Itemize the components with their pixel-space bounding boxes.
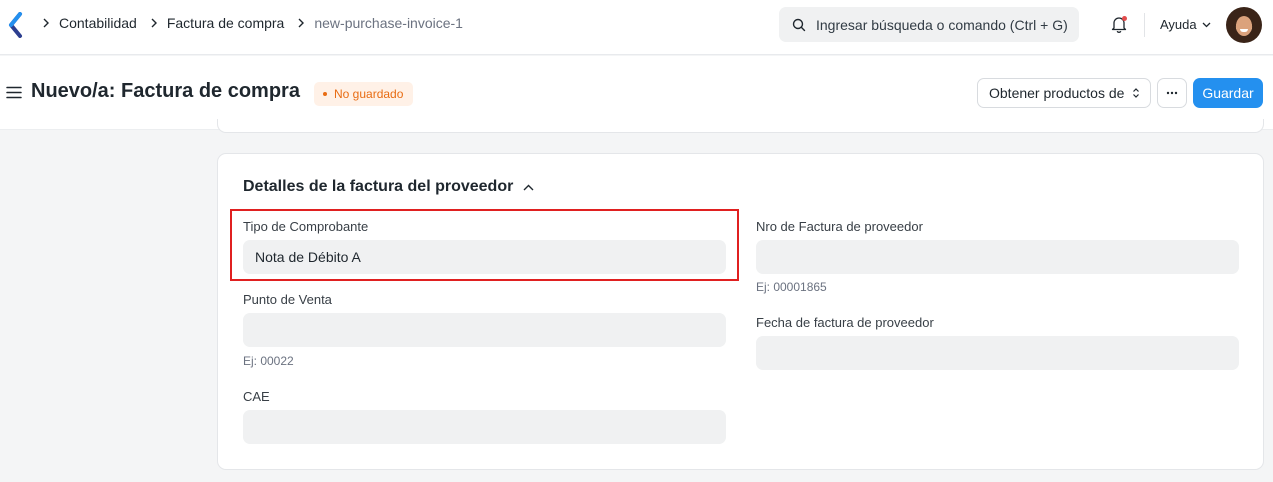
search-icon xyxy=(792,18,806,31)
notification-dot xyxy=(1122,16,1127,21)
status-badge-label: No guardado xyxy=(334,87,404,101)
chevron-right-icon xyxy=(150,18,158,28)
section-header[interactable]: Detalles de la factura del proveedor xyxy=(243,178,534,196)
fecha-factura-field[interactable] xyxy=(756,336,1239,370)
breadcrumb-item-contabilidad[interactable]: Contabilidad xyxy=(59,15,137,31)
nro-factura-label: Nro de Factura de proveedor xyxy=(756,219,923,234)
navbar: Contabilidad Factura de compra new-purch… xyxy=(0,0,1273,55)
breadcrumb: Contabilidad Factura de compra new-purch… xyxy=(40,15,474,31)
help-label: Ayuda xyxy=(1160,17,1197,32)
select-arrows-icon xyxy=(1133,88,1140,98)
help-dropdown[interactable]: Ayuda xyxy=(1160,17,1211,32)
cae-field[interactable] xyxy=(243,410,726,444)
punto-venta-field[interactable] xyxy=(243,313,726,347)
get-items-button[interactable]: Obtener productos de xyxy=(977,78,1151,108)
previous-section-card xyxy=(217,119,1264,133)
tipo-comprobante-label: Tipo de Comprobante xyxy=(243,219,369,234)
chevron-right-icon xyxy=(297,18,305,28)
status-dot xyxy=(323,92,327,96)
fecha-factura-label: Fecha de factura de proveedor xyxy=(756,315,934,330)
app-logo-icon[interactable] xyxy=(8,12,24,38)
avatar-face xyxy=(1236,16,1252,36)
ellipsis-icon xyxy=(1166,91,1178,95)
navbar-divider xyxy=(1144,13,1145,37)
cae-label: CAE xyxy=(243,389,270,404)
get-items-label: Obtener productos de xyxy=(989,85,1125,101)
more-actions-button[interactable] xyxy=(1157,78,1187,108)
page-title: Nuevo/a: Factura de compra xyxy=(31,80,300,102)
breadcrumb-item-current: new-purchase-invoice-1 xyxy=(314,15,463,31)
punto-venta-hint: Ej: 00022 xyxy=(243,354,294,368)
punto-venta-label: Punto de Venta xyxy=(243,292,332,307)
save-button[interactable]: Guardar xyxy=(1193,78,1263,108)
search-bar[interactable]: Ingresar búsqueda o comando (Ctrl + G) xyxy=(779,7,1079,42)
supplier-invoice-section: Detalles de la factura del proveedor Tip… xyxy=(217,153,1264,470)
nro-factura-field[interactable] xyxy=(756,240,1239,274)
search-placeholder: Ingresar búsqueda o comando (Ctrl + G) xyxy=(816,16,1068,33)
nro-factura-hint: Ej: 00001865 xyxy=(756,280,827,294)
hamburger-menu-icon[interactable] xyxy=(6,86,22,99)
section-title: Detalles de la factura del proveedor xyxy=(243,178,514,195)
chevron-right-icon xyxy=(42,18,50,28)
user-avatar[interactable] xyxy=(1226,7,1262,43)
status-badge: No guardado xyxy=(314,82,414,106)
tipo-comprobante-field[interactable]: Nota de Débito A xyxy=(243,240,726,274)
breadcrumb-item-factura-de-compra[interactable]: Factura de compra xyxy=(167,15,285,31)
chevron-up-icon xyxy=(523,184,534,190)
chevron-down-icon xyxy=(1202,22,1211,27)
